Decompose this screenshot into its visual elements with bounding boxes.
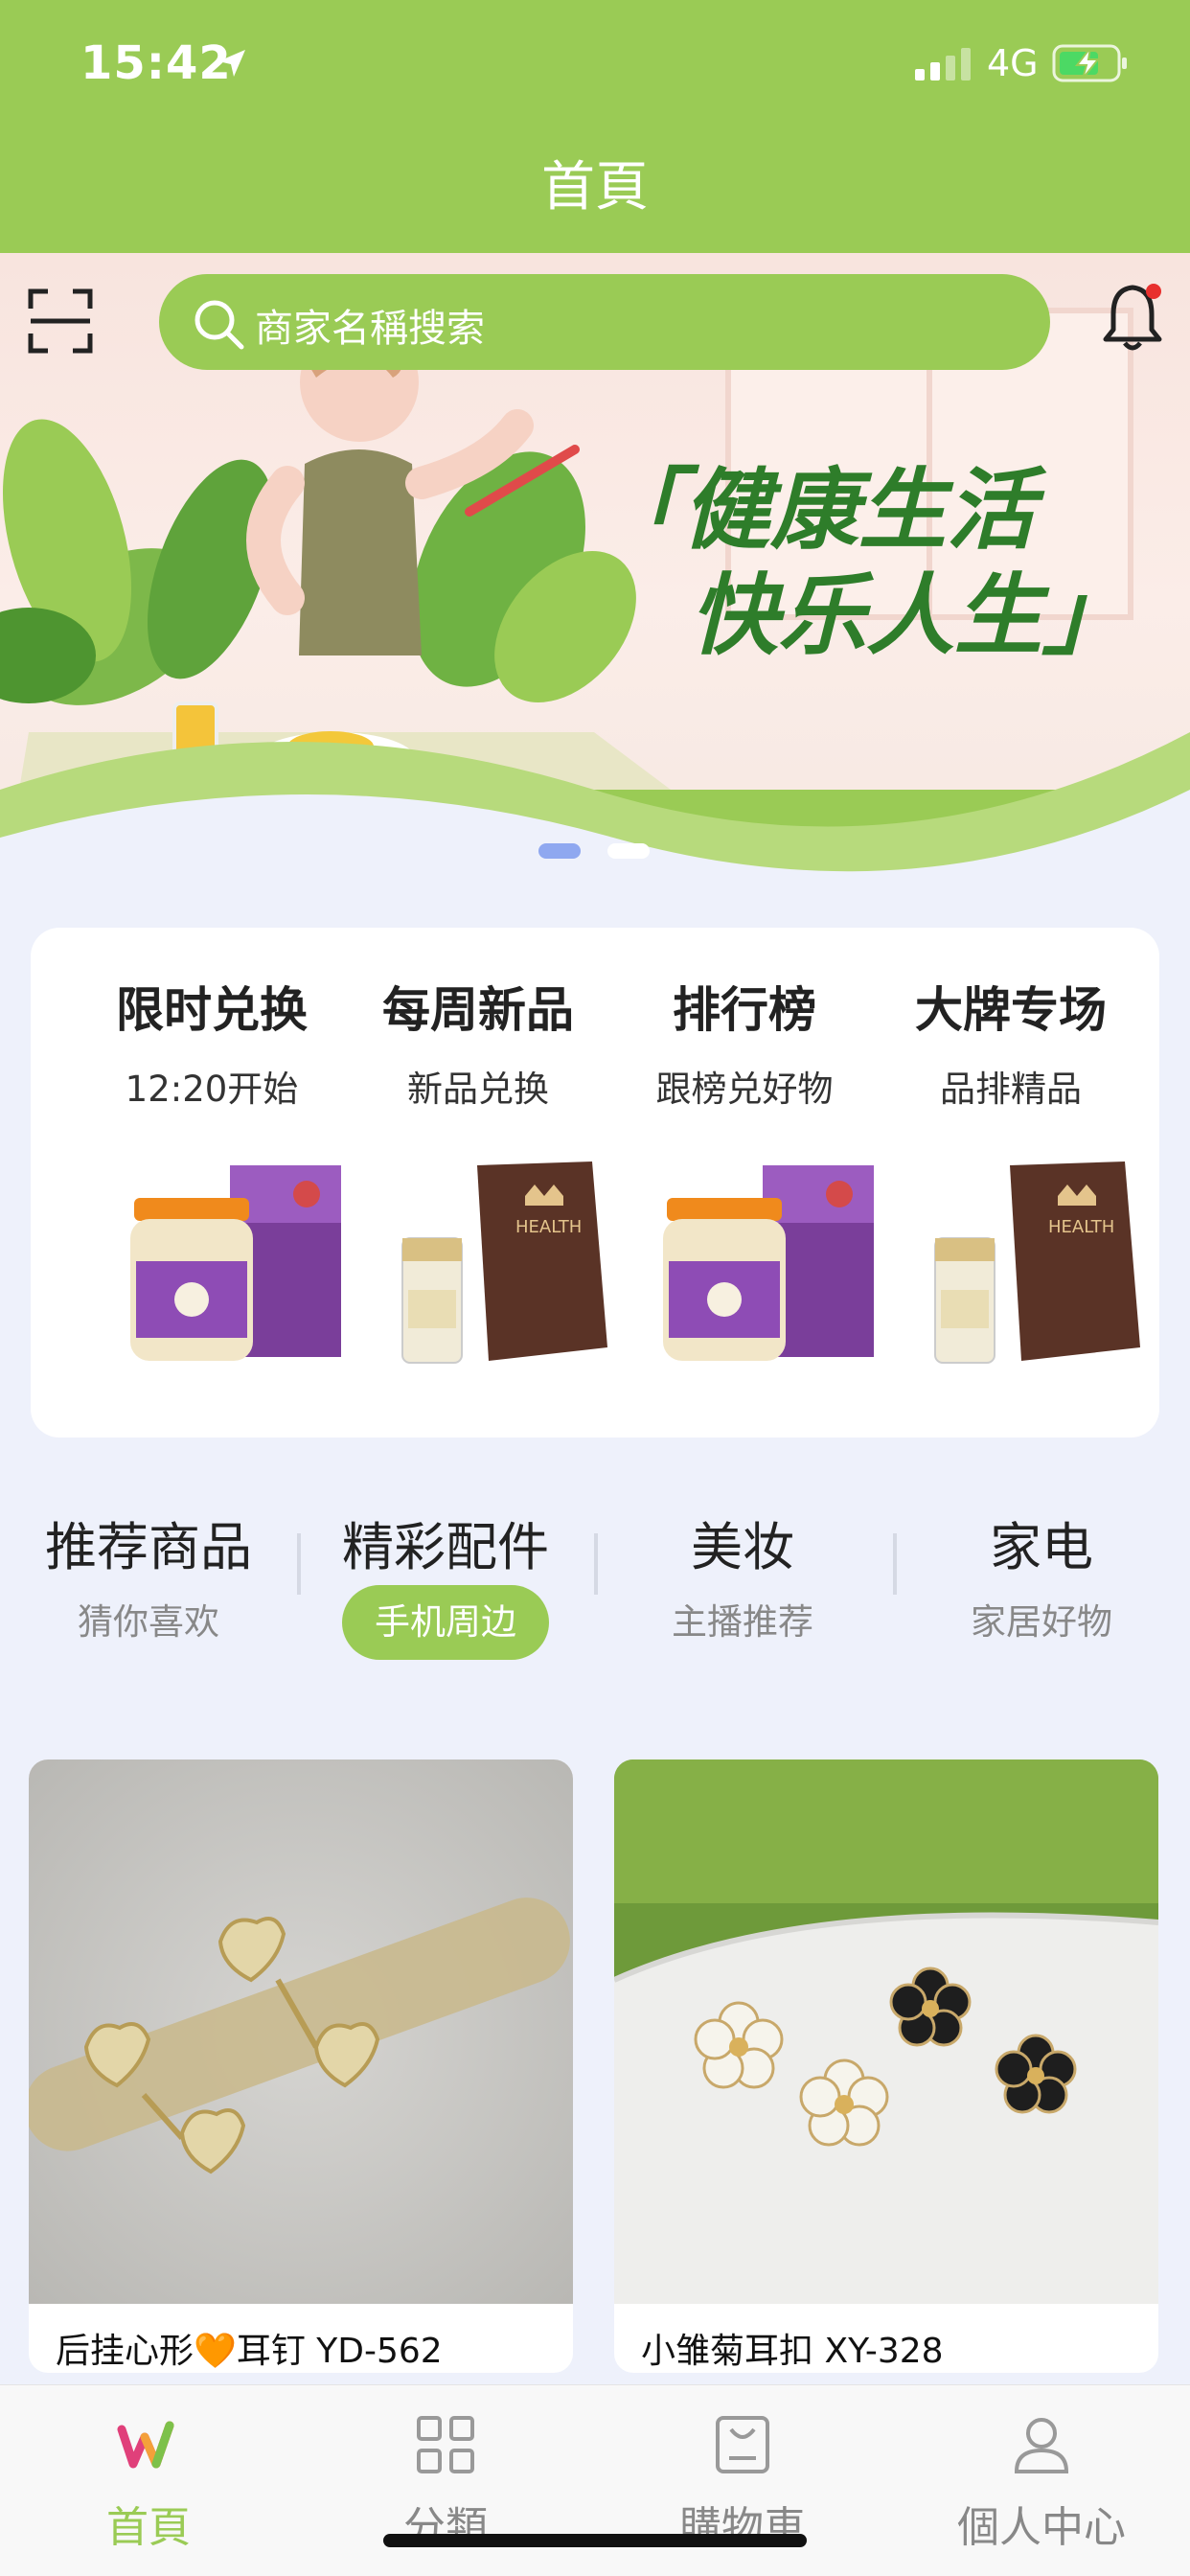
search-icon bbox=[195, 300, 244, 350]
carousel-dot[interactable] bbox=[607, 843, 650, 859]
promo-brand-special[interactable]: 大牌专场 品排精品 HEALTH bbox=[878, 928, 1144, 1438]
top-bar: 15:42 4G 首頁 bbox=[0, 0, 1190, 253]
category-subtitle: 家居好物 bbox=[971, 1601, 1112, 1643]
daisy-earring-photo bbox=[614, 1760, 1158, 2304]
product-name: 后挂心形🧡耳钉 YD-562 bbox=[56, 2332, 443, 2371]
category-title: 家电 bbox=[990, 1517, 1093, 1577]
promo-subtitle: 品排精品 bbox=[940, 1069, 1082, 1110]
tab-category[interactable]: 分類 bbox=[297, 2385, 594, 2576]
grid-icon bbox=[417, 2416, 474, 2473]
product-name: 小雏菊耳扣 XY-328 bbox=[641, 2332, 944, 2371]
tab-label: 個人中心 bbox=[957, 2503, 1126, 2552]
banner-slogan-line2: 快乐人生」 bbox=[690, 564, 1131, 667]
promo-limited-exchange[interactable]: 限时兑换 12:20开始 bbox=[79, 928, 345, 1438]
carousel-indicator bbox=[0, 843, 1190, 862]
category-subtitle: 猜你喜欢 bbox=[78, 1601, 219, 1643]
category-tab-accessories[interactable]: 精彩配件 手机周边 bbox=[297, 1495, 594, 1668]
promo-subtitle: 12:20开始 bbox=[125, 1069, 299, 1110]
bottom-tab-bar: 首頁 分類 購物車 個人中心 bbox=[0, 2384, 1190, 2576]
page-title: 首頁 bbox=[541, 156, 649, 218]
category-title: 精彩配件 bbox=[342, 1517, 549, 1577]
category-tab-appliances[interactable]: 家电 家居好物 bbox=[893, 1495, 1190, 1668]
carousel-dot-active[interactable] bbox=[538, 843, 581, 859]
status-time: 15:42 bbox=[80, 36, 232, 90]
tab-profile[interactable]: 個人中心 bbox=[893, 2385, 1190, 2576]
bird-nest-product-image bbox=[663, 1165, 874, 1361]
signal-icon bbox=[915, 48, 971, 80]
promo-title: 限时兑换 bbox=[116, 982, 308, 1038]
notification-bell-icon[interactable] bbox=[1094, 280, 1171, 356]
network-type: 4G bbox=[987, 42, 1039, 84]
promo-subtitle: 跟榜兑好物 bbox=[655, 1069, 834, 1110]
bird-nest-product-image bbox=[130, 1165, 341, 1361]
banner-slogan-line1: 「健康生活 bbox=[594, 459, 1047, 562]
earring-photo bbox=[29, 1760, 573, 2304]
health-gift-box-image: HEALTH bbox=[934, 1162, 1140, 1364]
category-tab-beauty[interactable]: 美妆 主播推荐 bbox=[594, 1495, 891, 1668]
category-tab-recommended[interactable]: 推荐商品 猜你喜欢 bbox=[0, 1495, 297, 1668]
battery-charging-icon bbox=[1052, 44, 1127, 82]
category-subtitle-active: 手机周边 bbox=[342, 1585, 549, 1660]
product-card[interactable]: 小雏菊耳扣 XY-328 bbox=[614, 1760, 1158, 2373]
promo-title: 每周新品 bbox=[382, 982, 574, 1038]
location-arrow-icon bbox=[218, 50, 245, 77]
health-gift-box-image: HEALTH bbox=[401, 1162, 607, 1364]
svg-text:HEALTH: HEALTH bbox=[1048, 1217, 1114, 1237]
tab-home[interactable]: 首頁 bbox=[0, 2385, 297, 2576]
home-logo-icon bbox=[117, 2421, 174, 2469]
cart-icon bbox=[716, 2416, 769, 2473]
promo-weekly-new[interactable]: 每周新品 新品兑换 HEALTH bbox=[345, 928, 611, 1438]
person-icon bbox=[1014, 2418, 1069, 2473]
promo-subtitle: 新品兑换 bbox=[407, 1069, 549, 1110]
promo-title: 大牌专场 bbox=[915, 982, 1107, 1038]
category-title: 美妆 bbox=[691, 1517, 794, 1577]
scan-icon[interactable] bbox=[27, 288, 94, 355]
tab-label: 首頁 bbox=[106, 2503, 191, 2552]
product-card[interactable]: 后挂心形🧡耳钉 YD-562 bbox=[29, 1760, 573, 2373]
category-title: 推荐商品 bbox=[45, 1517, 252, 1577]
tab-cart[interactable]: 購物車 bbox=[594, 2385, 891, 2576]
promo-ranking[interactable]: 排行榜 跟榜兑好物 bbox=[611, 928, 878, 1438]
search-input[interactable]: 商家名稱搜索 bbox=[159, 274, 1050, 370]
search-placeholder: 商家名稱搜索 bbox=[255, 307, 485, 351]
category-subtitle: 主播推荐 bbox=[672, 1601, 813, 1643]
promo-title: 排行榜 bbox=[673, 982, 816, 1038]
promo-card: 限时兑换 12:20开始 每周新品 新品兑换 HEALTH 排行榜 跟榜兑好物 bbox=[31, 928, 1159, 1438]
home-indicator bbox=[383, 2534, 807, 2547]
svg-text:HEALTH: HEALTH bbox=[515, 1217, 582, 1237]
